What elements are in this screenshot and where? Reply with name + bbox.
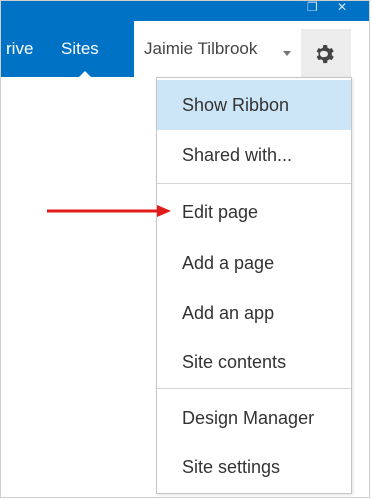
menu-item-show-ribbon[interactable]: Show Ribbon bbox=[157, 80, 351, 130]
sites-selected-caret-icon bbox=[79, 71, 91, 77]
red-arrow-annotation bbox=[47, 205, 171, 217]
chevron-down-icon[interactable] bbox=[283, 51, 291, 56]
settings-button[interactable] bbox=[301, 29, 351, 79]
settings-menu: Show Ribbon Shared with... Edit page Add… bbox=[156, 77, 352, 494]
restore-icon[interactable]: ❐ bbox=[307, 1, 325, 15]
menu-item-shared-with[interactable]: Shared with... bbox=[157, 130, 351, 180]
screenshot-frame: ❐ ✕ rive Sites Jaimie Tilbrook Show Ribb… bbox=[0, 0, 370, 498]
nav-onedrive-link[interactable]: rive bbox=[6, 21, 33, 77]
menu-item-add-an-app[interactable]: Add an app bbox=[157, 288, 351, 338]
menu-item-add-a-page[interactable]: Add a page bbox=[157, 238, 351, 288]
gear-icon bbox=[316, 45, 334, 64]
window-title-strip: ❐ ✕ bbox=[1, 1, 369, 21]
menu-separator bbox=[157, 388, 351, 389]
menu-item-site-settings[interactable]: Site settings bbox=[157, 442, 351, 492]
menu-item-design-manager[interactable]: Design Manager bbox=[157, 393, 351, 443]
menu-separator bbox=[157, 183, 351, 184]
close-icon[interactable]: ✕ bbox=[337, 1, 357, 15]
user-menu-button[interactable]: Jaimie Tilbrook bbox=[144, 21, 257, 77]
nav-sites-link[interactable]: Sites bbox=[61, 21, 99, 77]
menu-item-site-contents[interactable]: Site contents bbox=[157, 337, 351, 387]
menu-item-edit-page[interactable]: Edit page bbox=[157, 187, 351, 237]
